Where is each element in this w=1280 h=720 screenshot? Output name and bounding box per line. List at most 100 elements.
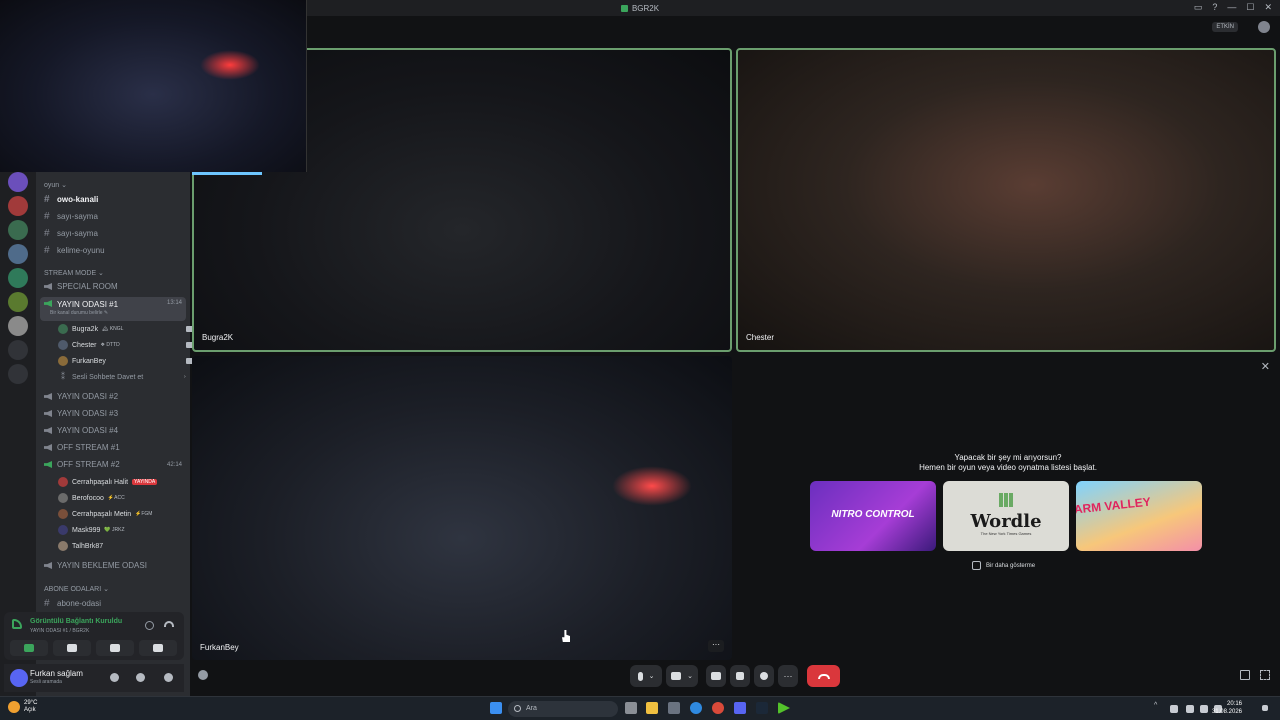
- channel-sayi-sayma[interactable]: # sayı-sayma: [44, 211, 98, 222]
- activities-button[interactable]: [730, 665, 750, 687]
- channel-abone-odasi[interactable]: # abone-odasi: [44, 598, 101, 609]
- play-icon[interactable]: [778, 702, 790, 714]
- hangup-icon: [817, 673, 830, 679]
- voice-channel-yayin-bekleme-odasi[interactable]: YAYIN BEKLEME ODASI: [44, 561, 147, 570]
- taskbar-clock[interactable]: 20:16 31.08.2026: [1212, 700, 1242, 716]
- soundboard-button[interactable]: [139, 640, 177, 656]
- popout-icon[interactable]: [1240, 670, 1250, 680]
- server-icon[interactable]: [8, 268, 28, 288]
- fullscreen-icon[interactable]: [1260, 670, 1270, 680]
- server-icon[interactable]: [8, 220, 28, 240]
- activity-card-wordle[interactable]: Wordle The New York Times Games: [943, 481, 1069, 551]
- microphone-icon[interactable]: [110, 673, 119, 682]
- member-tag: 💚 JRKZ: [104, 527, 125, 533]
- activities-button[interactable]: [96, 640, 134, 656]
- user-name[interactable]: Furkan sağlam: [30, 669, 83, 678]
- activity-card-farm-valley[interactable]: FARM VALLEY: [1076, 481, 1202, 551]
- voice-channel-yayin-odasi-3[interactable]: YAYIN ODASI #3: [44, 409, 118, 418]
- channel-sayi-sayma[interactable]: # sayı-sayma: [44, 228, 98, 239]
- taskbar-search[interactable]: Ara: [508, 701, 618, 717]
- microphone-button[interactable]: ⌄: [630, 665, 662, 687]
- camera-button[interactable]: ⌄: [666, 665, 698, 687]
- category-oyun[interactable]: oyun ⌄: [44, 181, 67, 189]
- avatar[interactable]: [10, 669, 28, 687]
- live-badge: YAYINDA: [132, 479, 158, 485]
- voice-member[interactable]: Chester ❖ DTTD: [58, 340, 194, 350]
- gear-icon[interactable]: [164, 673, 173, 682]
- close-button[interactable]: ✕: [1264, 2, 1272, 13]
- voice-member[interactable]: Mask999 💚 JRKZ: [58, 525, 125, 535]
- weather-widget[interactable]: 29°C Açık: [8, 700, 37, 714]
- voice-member[interactable]: Cerrahpaşalı Halit YAYINDA: [58, 477, 158, 487]
- minimize-button[interactable]: —: [1227, 2, 1236, 13]
- dont-show-again[interactable]: Bir daha gösterme: [972, 561, 1035, 570]
- headphones-icon[interactable]: [136, 673, 145, 682]
- soundboard-button[interactable]: [754, 665, 774, 687]
- tray-icon[interactable]: [1170, 705, 1178, 713]
- connection-channel[interactable]: YAYIN ODASI #1 / BGR2K: [30, 628, 89, 634]
- voice-channel-off-stream-1[interactable]: OFF STREAM #1: [44, 443, 120, 452]
- discover-icon[interactable]: [8, 364, 28, 384]
- file-explorer-icon[interactable]: [646, 702, 658, 714]
- channel-label: YAYIN ODASI #4: [57, 426, 119, 435]
- notification-icon[interactable]: [1262, 705, 1268, 711]
- server-icon[interactable]: [8, 316, 28, 336]
- voice-member[interactable]: Bugra2k 🏔 KNGL: [58, 324, 194, 334]
- screen-share-button[interactable]: [706, 665, 726, 687]
- voice-channel-yayin-odasi-1[interactable]: YAYIN ODASI #1 13:14 Bir kanal durumu be…: [40, 297, 186, 321]
- chat-icon[interactable]: [1258, 21, 1270, 33]
- voice-channel-off-stream-2[interactable]: OFF STREAM #2 42:14: [44, 460, 186, 469]
- activity-badge[interactable]: ETKİN: [1212, 22, 1238, 32]
- voice-channel-special-room[interactable]: SPECIAL ROOM: [44, 282, 118, 291]
- voice-member[interactable]: Berofocoo ⚡ACC: [58, 493, 125, 503]
- activity-card-nitro-control[interactable]: NITRO CONTROL: [810, 481, 936, 551]
- voice-member[interactable]: FurkanBey: [58, 356, 194, 366]
- connection-status[interactable]: Görüntülü Bağlantı Kuruldu: [30, 618, 122, 625]
- voice-member[interactable]: TalhBrk87: [58, 541, 103, 551]
- channel-label: sayı-sayma: [57, 229, 98, 238]
- category-abone-odalari[interactable]: ABONE ODALARI ⌄: [44, 585, 109, 593]
- camera-button[interactable]: [10, 640, 48, 656]
- task-view-icon[interactable]: [625, 702, 637, 714]
- voice-member[interactable]: Cerrahpaşalı Metin ⚡FGM: [58, 509, 152, 519]
- signal-icon[interactable]: [12, 619, 22, 629]
- channel-kelime-oyunu[interactable]: # kelime-oyunu: [44, 245, 105, 256]
- start-icon[interactable]: [490, 702, 502, 714]
- more-button[interactable]: ···: [778, 665, 798, 687]
- voice-channel-yayin-odasi-2[interactable]: YAYIN ODASI #2: [44, 392, 118, 401]
- noise-suppression-icon[interactable]: [145, 621, 154, 630]
- channel-owo-kanali[interactable]: # owo-kanali: [44, 194, 98, 205]
- video-tile-chester[interactable]: Chester: [736, 48, 1276, 352]
- more-options-icon[interactable]: ···: [708, 640, 724, 652]
- video-tile-furkanbey[interactable]: FurkanBey ···: [192, 356, 732, 660]
- server-icon[interactable]: [8, 244, 28, 264]
- add-server-icon[interactable]: [8, 340, 28, 360]
- user-status: Sesli aramada: [30, 679, 62, 685]
- invite-icon[interactable]: [198, 670, 208, 680]
- help-icon[interactable]: ?: [1212, 2, 1217, 13]
- category-stream-mode[interactable]: STREAM MODE ⌄: [44, 269, 104, 277]
- chevron-up-icon[interactable]: ^: [1154, 702, 1162, 710]
- channel-label: sayı-sayma: [57, 212, 98, 221]
- network-icon[interactable]: [1200, 705, 1208, 713]
- screen-share-button[interactable]: [53, 640, 91, 656]
- invite-to-voice[interactable]: ⁑ Sesli Sohbete Davet et ›: [58, 372, 186, 382]
- voice-channel-yayin-odasi-4[interactable]: YAYIN ODASI #4: [44, 426, 118, 435]
- store-icon[interactable]: [668, 702, 680, 714]
- discord-icon[interactable]: [734, 702, 746, 714]
- inbox-icon[interactable]: ▭: [1194, 2, 1203, 13]
- edge-icon[interactable]: [690, 702, 702, 714]
- server-icon[interactable]: [8, 196, 28, 216]
- steam-icon[interactable]: [756, 702, 768, 714]
- chrome-icon[interactable]: [712, 702, 724, 714]
- end-call-button[interactable]: [807, 665, 840, 687]
- server-icon[interactable]: [8, 172, 28, 192]
- server-icon[interactable]: [8, 292, 28, 312]
- checkbox[interactable]: [972, 561, 981, 570]
- channel-status-hint[interactable]: Bir kanal durumu belirle ✎: [50, 310, 108, 316]
- channel-label: YAYIN ODASI #2: [57, 392, 119, 401]
- maximize-button[interactable]: ☐: [1246, 2, 1254, 13]
- disconnect-icon[interactable]: [164, 621, 174, 627]
- close-icon[interactable]: ✕: [1261, 360, 1270, 373]
- microphone-icon[interactable]: [1186, 705, 1194, 713]
